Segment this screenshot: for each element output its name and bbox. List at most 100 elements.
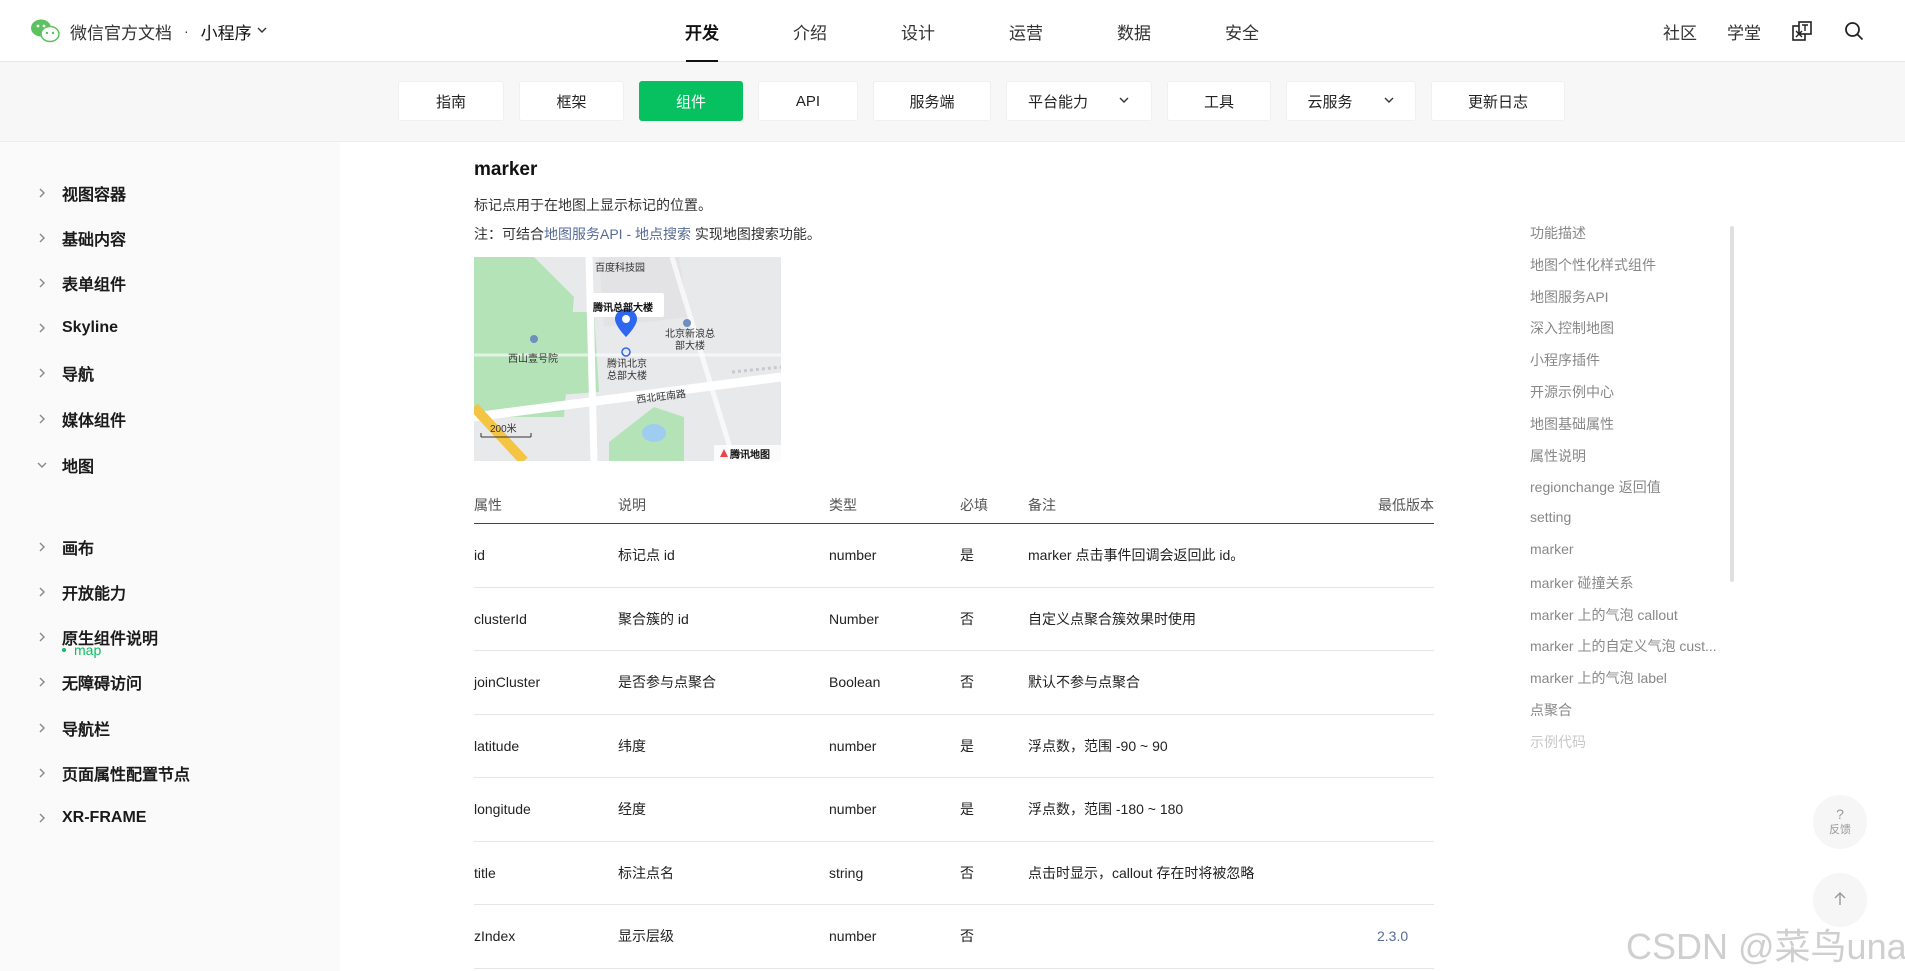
chevron-right-icon <box>36 812 54 824</box>
map-api-link[interactable]: 地图服务API - 地点搜索 <box>544 226 691 242</box>
table-cell: 默认不参与点聚合 <box>1028 674 1140 690</box>
nav-security[interactable]: 安全 <box>1188 0 1296 62</box>
table-cell: zIndex <box>474 928 516 944</box>
table-cell: longitude <box>474 801 531 817</box>
subnav-components[interactable]: 组件 <box>639 81 743 121</box>
subnav-platform[interactable]: 平台能力 <box>1006 81 1152 121</box>
subnav-framework[interactable]: 框架 <box>519 81 624 121</box>
sidebar-item[interactable]: 视图容器 <box>36 181 126 205</box>
sidebar-item[interactable]: 地图 <box>36 453 94 477</box>
toc-item[interactable]: marker <box>1530 541 1574 557</box>
search-icon[interactable] <box>1843 20 1865 42</box>
sidebar-sub-item-map[interactable]: map <box>62 642 101 658</box>
table-cell: number <box>829 928 877 944</box>
nav-community[interactable]: 社区 <box>1663 19 1697 44</box>
note: 注：可结合地图服务API - 地点搜索 实现地图搜索功能。 <box>474 224 821 244</box>
right-nav: 社区 学堂 <box>1663 0 1865 62</box>
table-row: id 标记点 id number 是 marker 点击事件回调会返回此 id。 <box>474 524 1434 588</box>
table-cell: 是否参与点聚合 <box>618 674 716 690</box>
nav-academy[interactable]: 学堂 <box>1727 19 1761 44</box>
nav-design[interactable]: 设计 <box>864 0 972 62</box>
toc-item[interactable]: 属性说明 <box>1530 446 1586 466</box>
subnav-tools[interactable]: 工具 <box>1167 81 1271 121</box>
toc-item[interactable]: regionchange 返回值 <box>1530 477 1661 497</box>
subnav-server[interactable]: 服务端 <box>873 81 991 121</box>
toc-item[interactable]: 地图服务API <box>1530 287 1609 307</box>
bullet-dot <box>62 648 66 652</box>
subnav-guide[interactable]: 指南 <box>398 81 504 121</box>
sidebar-item-label: 视图容器 <box>62 187 127 204</box>
subnav-changelog[interactable]: 更新日志 <box>1431 81 1565 121</box>
toc-item[interactable]: 开源示例中心 <box>1530 382 1614 402</box>
nav-intro[interactable]: 介绍 <box>756 0 864 62</box>
nav-dev[interactable]: 开发 <box>648 0 756 62</box>
toc-item[interactable]: 功能描述 <box>1530 223 1586 243</box>
nav-operation[interactable]: 运营 <box>972 0 1080 62</box>
nav-data[interactable]: 数据 <box>1080 0 1188 62</box>
sidebar-sub-label: map <box>74 642 102 658</box>
toc-item[interactable]: setting <box>1530 509 1571 525</box>
map-provider-logo: 腾讯地图 <box>730 450 770 461</box>
subnav-api[interactable]: API <box>758 81 858 121</box>
sidebar-item[interactable]: Skyline <box>36 316 118 340</box>
table-cell: 自定义点聚合簇效果时使用 <box>1028 610 1196 627</box>
sidebar-item-label: 开放能力 <box>62 586 127 603</box>
col-header: 属性 <box>474 497 502 513</box>
toc-item[interactable]: 小程序插件 <box>1530 350 1600 370</box>
sidebar-item-label: 基础内容 <box>62 232 127 249</box>
sidebar-item[interactable]: 导航 <box>36 361 94 385</box>
sidebar-item-label: 页面属性配置节点 <box>62 767 191 784</box>
table-cell: 经度 <box>618 801 646 817</box>
table-cell: 显示层级 <box>618 928 674 944</box>
toc-item[interactable]: 点聚合 <box>1530 700 1572 720</box>
top-bar: 微信官方文档 · 小程序 开发 介绍 设计 运营 数据 安全 社区 学堂 <box>0 0 1905 62</box>
toc-item[interactable]: marker 上的自定义气泡 cust... <box>1530 636 1717 656</box>
sidebar-item[interactable]: XR-FRAME <box>36 806 146 830</box>
sub-nav: 指南 框架 组件 API 服务端 平台能力 工具 云服务 更新日志 <box>398 81 1565 121</box>
sidebar-item[interactable]: 媒体组件 <box>36 407 126 431</box>
feedback-button[interactable]: ? 反馈 <box>1813 795 1867 849</box>
toc-item[interactable]: marker 碰撞关系 <box>1530 573 1633 593</box>
chevron-down-icon <box>1118 93 1130 110</box>
col-header: 必填 <box>960 497 988 513</box>
table-cell: Number <box>829 610 879 627</box>
product-switcher[interactable]: 小程序 <box>201 19 268 44</box>
table-cell: number <box>829 801 877 817</box>
col-header: 最低版本 <box>1378 497 1434 513</box>
translate-icon[interactable] <box>1791 20 1813 42</box>
toc-item[interactable]: marker 上的气泡 label <box>1530 668 1667 688</box>
table-header: 属性 说明 类型 必填 备注 最低版本 <box>474 486 1434 524</box>
table-cell: 否 <box>960 674 974 690</box>
chevron-right-icon <box>36 277 54 289</box>
table-cell: 是 <box>960 547 974 563</box>
table-row: zIndex 显示层级 number 否 2.3.0 <box>474 905 1434 969</box>
toc-item[interactable]: 地图个性化样式组件 <box>1530 255 1656 275</box>
toc-item[interactable]: 深入控制地图 <box>1530 318 1614 338</box>
table-row: clusterId 聚合簇的 id Number 否 自定义点聚合簇效果时使用 <box>474 588 1434 651</box>
sidebar-item[interactable]: 无障碍访问 <box>36 670 142 694</box>
sidebar-item[interactable]: 基础内容 <box>36 226 126 250</box>
toc-item[interactable]: marker 上的气泡 callout <box>1530 605 1678 625</box>
sidebar-item-label: 无障碍访问 <box>62 676 143 693</box>
note-suffix: 实现地图搜索功能。 <box>691 226 821 242</box>
table-cell: 纬度 <box>618 737 646 754</box>
map-label: 腾讯北京总部大楼 <box>607 359 647 382</box>
sidebar-item[interactable]: 导航栏 <box>36 716 110 740</box>
chevron-right-icon <box>36 322 54 334</box>
main-nav: 开发 介绍 设计 运营 数据 安全 <box>648 0 1296 62</box>
sidebar-item[interactable]: 画布 <box>36 535 94 559</box>
col-header: 备注 <box>1028 497 1056 513</box>
toc-scrollbar[interactable] <box>1730 226 1734 582</box>
sidebar-item[interactable]: 开放能力 <box>36 580 126 604</box>
table-cell: 标记点 id <box>618 547 675 563</box>
sidebar-item[interactable]: 表单组件 <box>36 271 126 295</box>
subnav-cloud-label: 云服务 <box>1307 93 1353 111</box>
sidebar-item[interactable]: 页面属性配置节点 <box>36 761 190 785</box>
table-cell[interactable]: 2.3.0 <box>1377 905 1408 968</box>
brand[interactable]: 微信官方文档 · 小程序 <box>30 16 268 46</box>
sidebar-item-label: XR-FRAME <box>62 809 147 826</box>
toc-item[interactable]: 地图基础属性 <box>1530 414 1614 434</box>
subnav-cloud[interactable]: 云服务 <box>1286 81 1416 121</box>
help-icon: ? <box>1836 806 1844 822</box>
toc-item[interactable]: 示例代码 <box>1530 732 1586 752</box>
